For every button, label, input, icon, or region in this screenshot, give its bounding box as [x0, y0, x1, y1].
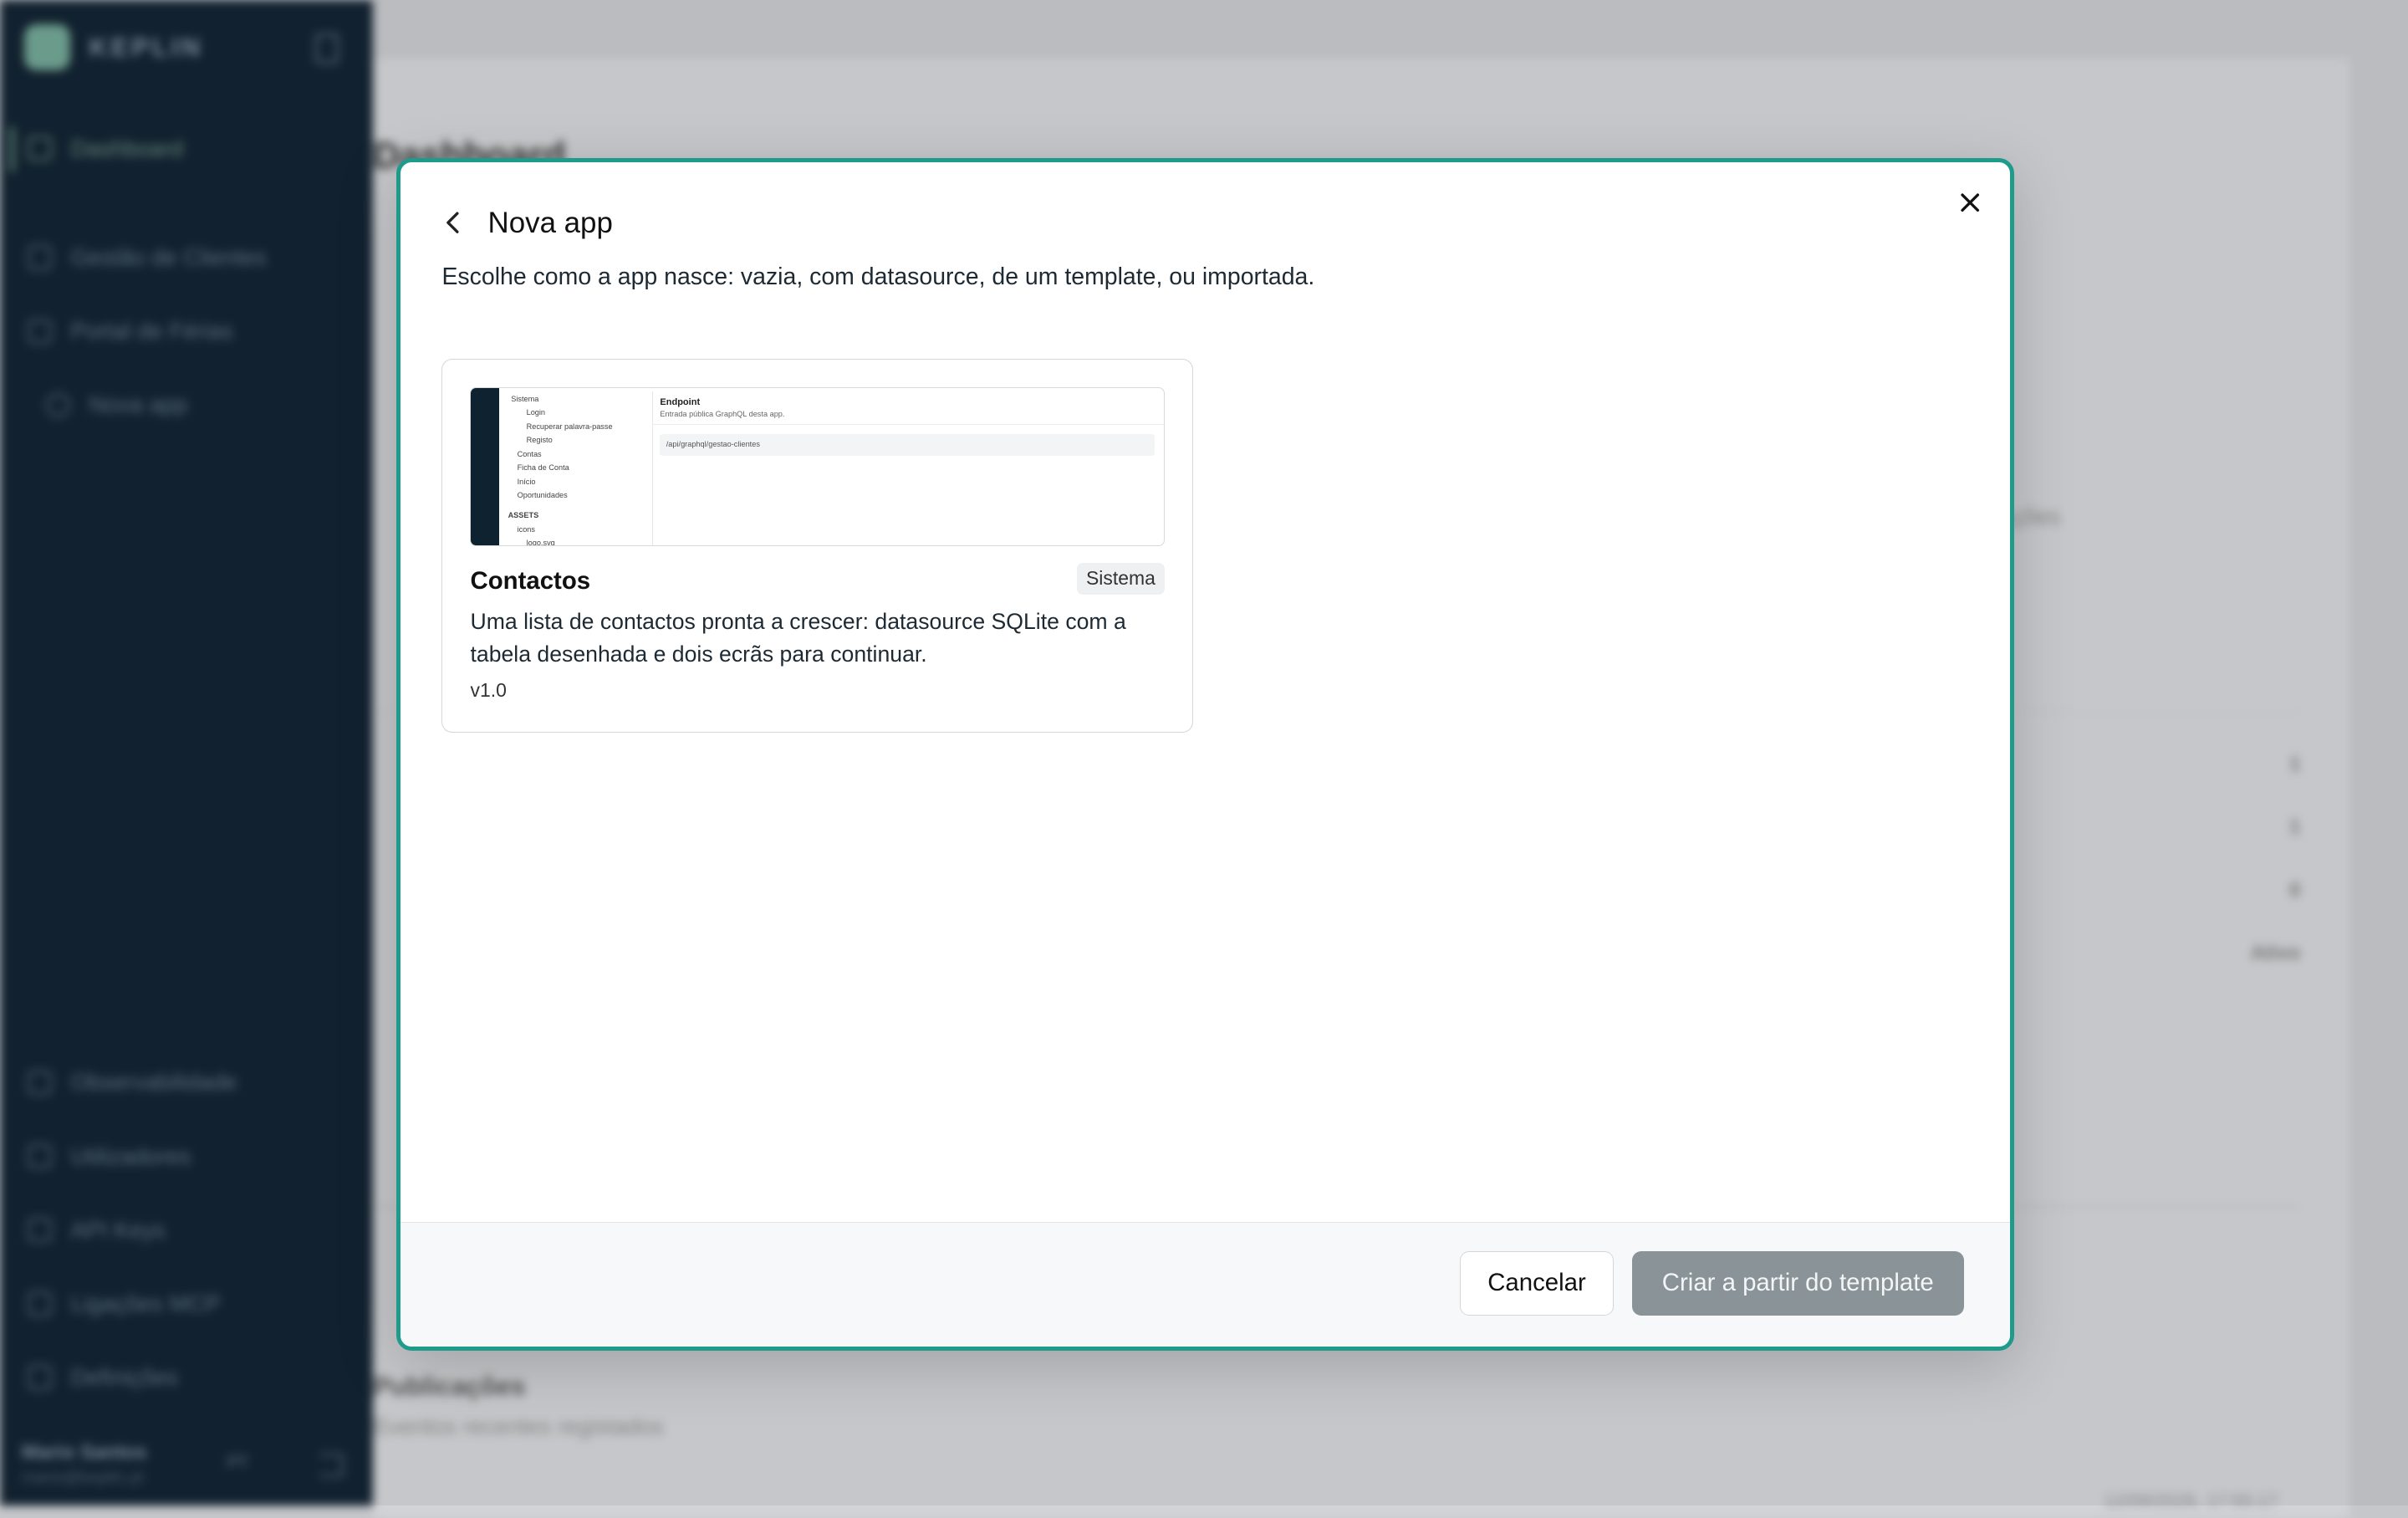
- dialog-subtitle: Escolhe como a app nasce: vazia, com dat…: [441, 263, 1315, 291]
- preview-divider: [652, 423, 1164, 426]
- template-description: Uma lista de contactos pronta a crescer:…: [470, 609, 1126, 667]
- preview-tree-item: Recuperar palavra-passe: [526, 422, 613, 431]
- preview-tree-item: logo.svg: [526, 539, 555, 546]
- template-badge: Sistema: [1076, 562, 1165, 595]
- preview-tree-item: Sistema: [511, 394, 539, 403]
- preview-tree-item: icons: [517, 524, 535, 534]
- preview-tree-section: ASSETS: [508, 511, 539, 520]
- preview-tree-item: Registo: [526, 436, 553, 445]
- preview-tree-item: Login: [526, 408, 546, 417]
- preview-tree: Sistema Login Recuperar palavra-passe Re…: [505, 391, 654, 546]
- preview-tree-item: Início: [517, 477, 536, 486]
- preview-description: Entrada pública GraphQL desta app.: [660, 410, 785, 419]
- close-icon: [1961, 193, 1979, 212]
- dialog-footer: Cancelar Criar a partir do template: [400, 1222, 2010, 1347]
- preview-sidebar: [471, 388, 499, 545]
- template-name: Contactos: [470, 567, 591, 595]
- cancel-button[interactable]: Cancelar: [1460, 1250, 1614, 1316]
- template-preview: Sistema Login Recuperar palavra-passe Re…: [470, 387, 1165, 546]
- new-app-dialog: Nova app Escolhe como a app nasce: vazia…: [395, 158, 2014, 1352]
- preview-heading: Endpoint: [660, 397, 701, 408]
- preview-endpoint-field: /api/graphql/gestao-clientes: [660, 434, 1155, 457]
- preview-tree-item: Contas: [517, 449, 542, 458]
- dialog-title: Nova app: [487, 207, 613, 240]
- close-button[interactable]: [1953, 186, 1987, 219]
- preview-tree-item: Oportunidades: [517, 491, 568, 500]
- create-from-template-button[interactable]: Criar a partir do template: [1631, 1250, 1964, 1316]
- template-card-contactos[interactable]: Sistema Login Recuperar palavra-passe Re…: [441, 359, 1193, 733]
- preview-tree-item: Ficha de Conta: [517, 463, 569, 473]
- back-button[interactable]: [437, 206, 471, 239]
- template-version: v1.0: [470, 679, 507, 702]
- chevron-left-icon: [446, 212, 459, 233]
